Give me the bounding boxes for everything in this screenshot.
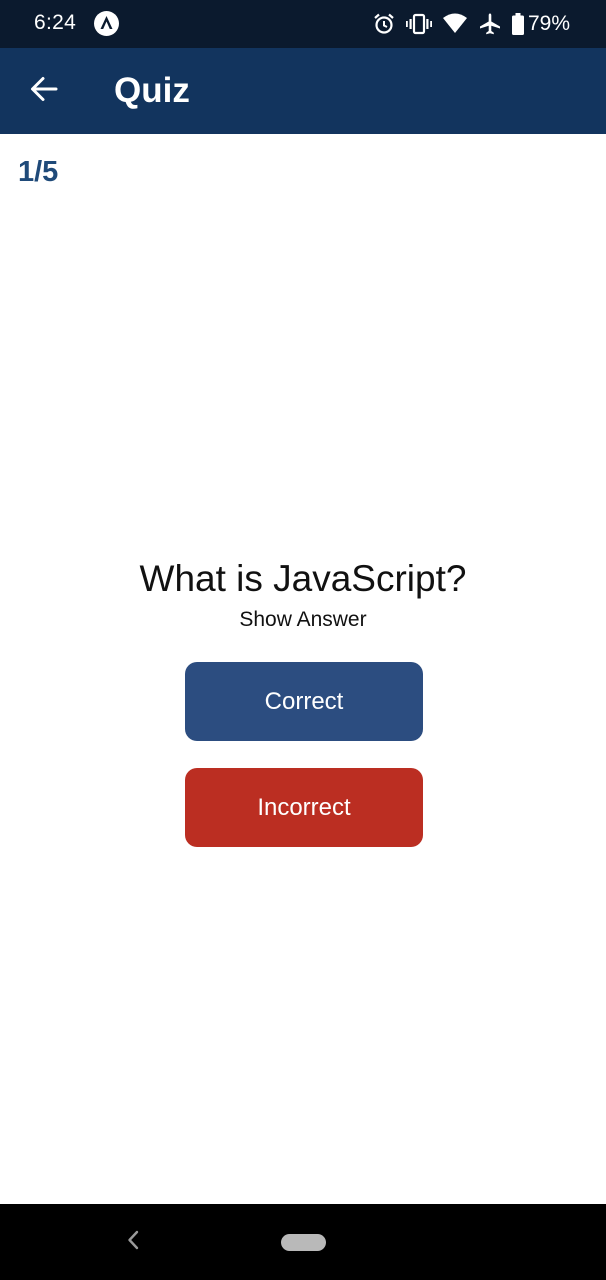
nav-back-icon [126,1229,140,1256]
show-answer-button[interactable]: Show Answer [0,606,606,634]
incorrect-button[interactable]: Incorrect [185,768,423,847]
home-pill-icon[interactable] [281,1234,326,1251]
status-time: 6:24 [34,11,77,34]
vibrate-icon [405,12,432,36]
status-icons: 79% [372,10,570,38]
correct-button[interactable]: Correct [185,662,423,741]
airplane-icon [478,12,502,36]
question-text: What is JavaScript? [139,558,467,599]
battery-icon [511,13,524,35]
system-nav-bar [0,1204,606,1280]
app-notification-icon [94,11,119,36]
wifi-icon [442,13,468,35]
page-title: Quiz [114,71,190,110]
nav-back-button[interactable] [118,1226,148,1258]
arrow-left-icon [30,76,58,107]
question-progress: 1/5 [18,156,59,188]
quiz-screen: 6:24 79% Quiz 1/5 What is JavaScript? Sh… [0,0,606,1280]
alarm-icon [372,12,396,36]
status-bar: 6:24 79% [0,0,606,48]
app-bar: Quiz [0,48,606,134]
back-button[interactable] [22,69,66,113]
battery-percentage: 79% [527,12,570,35]
